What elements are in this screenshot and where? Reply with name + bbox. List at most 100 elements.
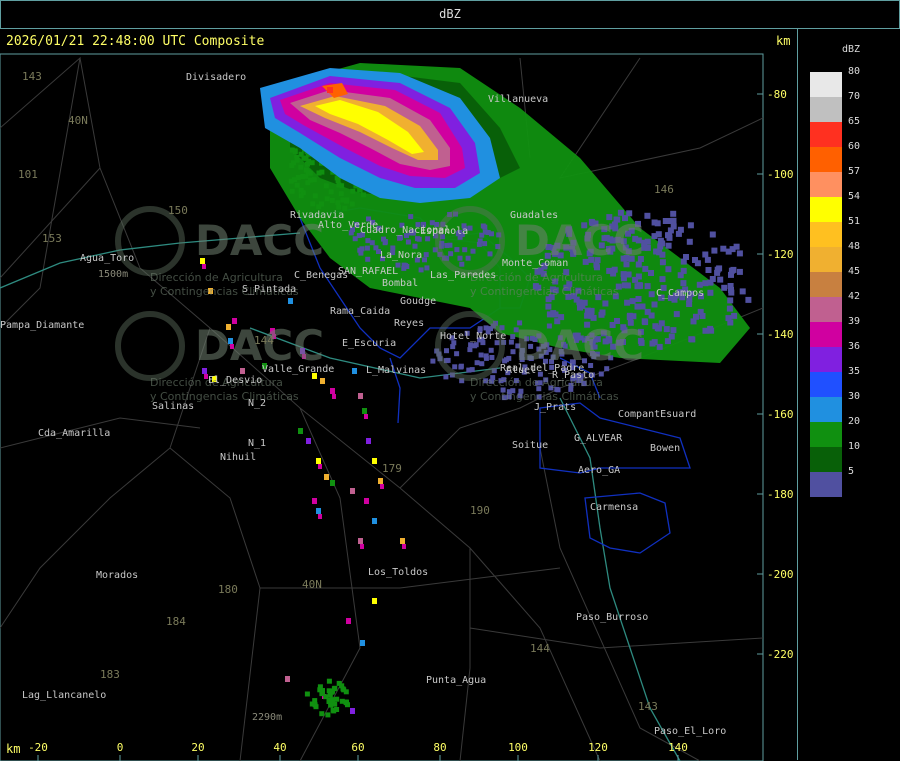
echo-pixel <box>468 342 474 348</box>
legend-swatch <box>810 422 842 447</box>
echo-pixel <box>503 357 509 363</box>
place-label: N_2 <box>248 398 266 409</box>
legend-swatch <box>810 372 842 397</box>
echo-pixel <box>630 313 637 320</box>
x-tick-label: 0 <box>117 741 124 754</box>
place-label: Aero_GA <box>578 465 620 476</box>
echo-pixel <box>670 210 677 217</box>
elevation-label: 1500m <box>98 269 128 280</box>
echo-pixel <box>644 238 651 245</box>
place-label: Rivadavia <box>290 210 344 221</box>
route-number: 144 <box>254 334 274 347</box>
place-label: Los_Toldos <box>368 567 428 578</box>
echo-pixel <box>659 276 666 283</box>
echo-pixel <box>665 266 672 273</box>
echo-pixel <box>680 280 687 287</box>
echo-pixel <box>289 188 295 194</box>
echo-pixel <box>675 230 682 237</box>
legend-label: 80 <box>848 66 861 77</box>
echo-pixel <box>339 183 345 189</box>
convective-cell <box>330 388 335 394</box>
elevation-label: 2290m <box>252 712 282 723</box>
echo-pixel <box>408 214 414 220</box>
legend-label: 35 <box>848 366 861 377</box>
echo-pixel <box>298 193 304 199</box>
echo-pixel <box>606 267 613 274</box>
y-tick-label: -120 <box>767 248 794 261</box>
echo-pixel <box>401 265 407 271</box>
legend-label: 20 <box>848 416 861 427</box>
echo-pixel <box>657 243 664 250</box>
x-tick-label: 60 <box>351 741 364 754</box>
place-label: Agua_Toro <box>80 253 134 264</box>
echo-pixel <box>733 243 740 250</box>
legend-swatch <box>810 197 842 222</box>
route-number: 143 <box>638 700 658 713</box>
title-text: dBZ <box>439 7 461 21</box>
place-label: Goudge <box>400 296 436 307</box>
convective-cell <box>360 640 365 646</box>
echo-pixel <box>584 307 591 314</box>
echo-pixel <box>311 177 317 183</box>
echo-pixel <box>594 264 600 271</box>
echo-pixel <box>648 270 654 276</box>
echo-pixel <box>550 310 557 317</box>
radar-map[interactable]: DACC Dirección de Agricultura y Contingenc… <box>0 28 797 761</box>
place-label: Nihuil <box>220 452 256 463</box>
echo-pixel <box>476 241 482 247</box>
legend-swatch <box>810 472 842 497</box>
echo-pixel <box>344 197 350 203</box>
echo-pixel <box>482 224 488 230</box>
convective-cell <box>350 708 355 714</box>
legend-label: 70 <box>848 91 861 102</box>
echo-pixel <box>728 289 735 296</box>
echo-pixel <box>689 336 696 343</box>
echo-pixel <box>663 326 670 333</box>
echo-pixel <box>662 218 669 224</box>
echo-pixel <box>687 222 694 229</box>
place-label: Atuel <box>506 365 536 376</box>
echo-pixel <box>508 339 514 345</box>
legend-swatch <box>810 147 842 172</box>
echo-pixel <box>711 247 718 254</box>
echo-pixel <box>459 261 465 267</box>
echo-pixel <box>488 347 494 353</box>
x-tick-label: 20 <box>191 741 204 754</box>
echo-pixel <box>454 247 460 253</box>
echo-pixel <box>328 189 334 195</box>
road-line <box>469 627 764 649</box>
convective-cell <box>372 518 377 524</box>
convective-cell <box>402 544 406 549</box>
convective-cell <box>312 498 317 504</box>
echo-pixel <box>328 702 334 708</box>
legend-swatch <box>810 447 842 472</box>
place-label: CompantEsuard <box>618 409 696 420</box>
legend-swatch <box>810 122 842 147</box>
convective-cell <box>318 464 322 469</box>
echo-pixel <box>304 691 310 697</box>
echo-pixel <box>309 160 315 166</box>
echo-pixel <box>558 314 565 321</box>
echo-pixel <box>632 276 639 283</box>
echo-pixel <box>465 255 471 261</box>
echo-pixel <box>444 348 449 354</box>
echo-pixel <box>457 255 463 261</box>
echo-pixel <box>343 689 349 695</box>
echo-pixel <box>621 282 628 289</box>
echo-pixel <box>444 243 450 248</box>
echo-pixel <box>292 177 297 183</box>
y-tick-label: -100 <box>767 168 794 181</box>
echo-pixel <box>430 358 436 364</box>
echo-pixel <box>469 367 475 373</box>
place-label: Cda_Amarilla <box>38 428 110 439</box>
echo-pixel <box>369 240 375 246</box>
echo-pixel <box>397 235 403 241</box>
echo-pixel <box>364 245 370 251</box>
route-number: 143 <box>22 70 42 83</box>
echo-pixel <box>717 276 724 283</box>
echo-pixel <box>487 251 493 257</box>
echo-pixel <box>361 192 366 198</box>
echo-pixel <box>707 279 714 286</box>
echo-pixel <box>651 233 658 240</box>
place-label: Villanueva <box>488 94 548 105</box>
